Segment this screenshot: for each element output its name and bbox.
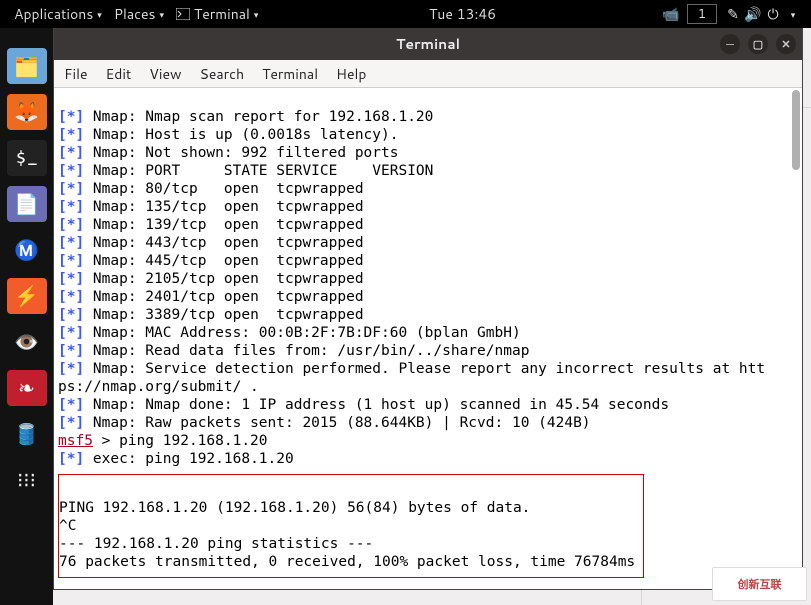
- msf-prompt: msf5: [58, 433, 93, 449]
- term-line: Nmap: 139/tcp open tcpwrapped: [84, 217, 363, 233]
- menu-edit[interactable]: Edit: [106, 64, 132, 84]
- cherry-icon[interactable]: ❧: [7, 370, 47, 406]
- term-line: Nmap: 443/tcp open tcpwrapped: [84, 235, 363, 251]
- term-line: Nmap: Read data files from: /usr/bin/../…: [84, 343, 529, 359]
- menu-terminal[interactable]: Terminal: [262, 64, 318, 84]
- window-title: Terminal: [396, 34, 460, 54]
- watermark-logo: 创新互联: [712, 567, 807, 601]
- metasploit-icon[interactable]: Ⓜ️: [7, 232, 47, 268]
- term-line: Nmap: 135/tcp open tcpwrapped: [84, 199, 363, 215]
- terminal-dock-icon[interactable]: $_: [7, 140, 47, 176]
- show-apps-icon[interactable]: ⁝⁝⁝: [7, 462, 47, 498]
- applications-menu[interactable]: Applications ▾: [8, 4, 108, 24]
- burp-icon[interactable]: ⚡: [7, 278, 47, 314]
- term-line: exec: ping 192.168.1.20: [84, 451, 294, 467]
- places-menu[interactable]: Places ▾: [108, 4, 170, 24]
- maximize-button[interactable]: ▢: [748, 34, 768, 54]
- camera-icon[interactable]: 📹: [661, 4, 681, 24]
- workspace-indicator[interactable]: 1: [687, 4, 717, 24]
- term-line: Nmap: 2401/tcp open tcpwrapped: [84, 289, 363, 305]
- minimize-button[interactable]: ─: [720, 34, 740, 54]
- term-line: --- 192.168.1.20 ping statistics ---: [59, 536, 373, 552]
- term-line: ps://nmap.org/submit/ .: [58, 379, 259, 395]
- terminal-menu[interactable]: Terminal ▾: [170, 4, 264, 24]
- system-menu-chevron-icon[interactable]: ▾: [783, 8, 803, 21]
- firefox-icon[interactable]: 🦊: [7, 94, 47, 130]
- term-line: Nmap: 445/tcp open tcpwrapped: [84, 253, 363, 269]
- menu-view[interactable]: View: [149, 64, 181, 84]
- term-line: Nmap: Host is up (0.0018s latency).: [84, 127, 398, 143]
- term-line: Nmap: Service detection performed. Pleas…: [84, 361, 765, 377]
- pick-icon[interactable]: ✎: [723, 4, 743, 24]
- term-line: Nmap: MAC Address: 00:0B:2F:7B:DF:60 (bp…: [84, 325, 521, 341]
- menu-file[interactable]: File: [64, 64, 88, 84]
- term-line: Nmap: 2105/tcp open tcpwrapped: [84, 271, 363, 287]
- text-editor-icon[interactable]: 📄: [7, 186, 47, 222]
- menu-search[interactable]: Search: [200, 64, 245, 84]
- eye-icon[interactable]: 👁️: [7, 324, 47, 360]
- database-icon[interactable]: 🛢️: [7, 416, 47, 452]
- term-line: Nmap: Not shown: 992 filtered ports: [84, 145, 398, 161]
- term-line: ^C: [59, 518, 76, 534]
- top-panel: Applications ▾ Places ▾ Terminal ▾ Tue 1…: [0, 0, 811, 28]
- ping-result-box: PING 192.168.1.20 (192.168.1.20) 56(84) …: [58, 474, 644, 578]
- scrollbar[interactable]: [792, 90, 800, 170]
- terminal-icon: [176, 8, 190, 20]
- dock: 🗂️ 🦊 $_ 📄 Ⓜ️ ⚡ 👁️ ❧ 🛢️ ⁝⁝⁝: [0, 28, 53, 605]
- terminal-window: Terminal ─ ▢ ✕ File Edit View Search Ter…: [53, 28, 803, 590]
- term-line: > ping 192.168.1.20: [93, 433, 268, 449]
- term-line: Nmap: 80/tcp open tcpwrapped: [84, 181, 363, 197]
- menu-help[interactable]: Help: [336, 64, 366, 84]
- window-titlebar[interactable]: Terminal ─ ▢ ✕: [54, 28, 802, 60]
- term-line: Nmap: PORT STATE SERVICE VERSION: [84, 163, 433, 179]
- volume-icon[interactable]: 🔊: [743, 4, 763, 24]
- term-line: Nmap: Raw packets sent: 2015 (88.644KB) …: [84, 415, 590, 431]
- close-button[interactable]: ✕: [776, 34, 796, 54]
- term-line: 76 packets transmitted, 0 received, 100%…: [59, 554, 635, 570]
- power-icon[interactable]: ⏻: [763, 4, 783, 24]
- term-line: Nmap: Nmap scan report for 192.168.1.20: [84, 109, 433, 125]
- files-icon[interactable]: 🗂️: [7, 48, 47, 84]
- term-line: Nmap: 3389/tcp open tcpwrapped: [84, 307, 363, 323]
- clock[interactable]: Tue 13:46: [421, 4, 504, 24]
- term-line: Nmap: Nmap done: 1 IP address (1 host up…: [84, 397, 669, 413]
- terminal-menubar: File Edit View Search Terminal Help: [54, 60, 802, 88]
- terminal-body[interactable]: [*] Nmap: Nmap scan report for 192.168.1…: [54, 88, 802, 589]
- term-line: PING 192.168.1.20 (192.168.1.20) 56(84) …: [59, 500, 530, 516]
